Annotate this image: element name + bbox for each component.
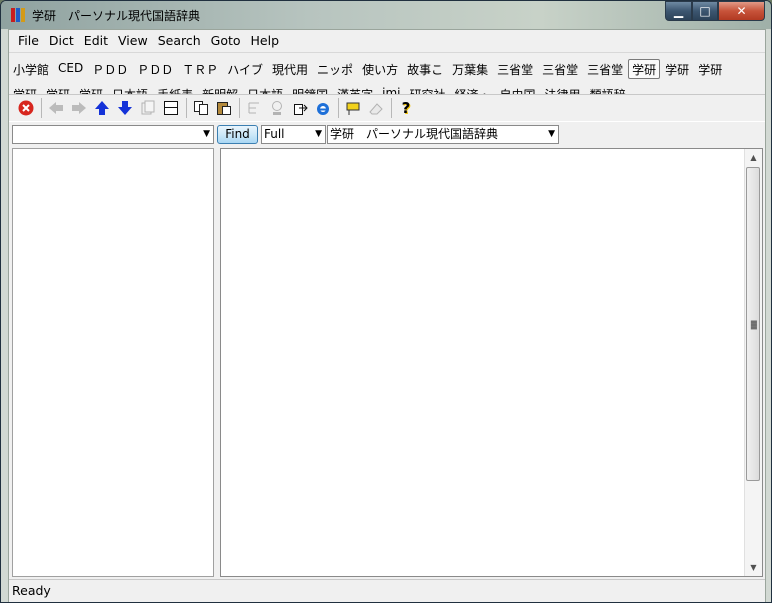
menu-edit[interactable]: Edit <box>79 33 113 48</box>
dictionary-button[interactable]: 学研 <box>628 59 661 79</box>
dictionary-row-1: 小学館 CED ＰＤＤ ＰＤＤ ＴＲＰ ハイブ 現代用 ニッポ 使い方 故事こ 万葉集 三省堂 三省堂三… <box>9 59 727 79</box>
dictionary-button[interactable]: 学研 <box>694 59 726 79</box>
dictionary-button[interactable]: 学研 <box>75 84 107 94</box>
toolbar-separator <box>338 98 339 118</box>
minimize-button[interactable]: ▁ <box>665 1 692 21</box>
menu-bar: File Dict Edit View Search Goto Help <box>9 30 765 50</box>
dictionary-button[interactable]: 明鏡国 <box>288 84 332 94</box>
client-area: File Dict Edit View Search Goto Help 小学館… <box>8 29 766 602</box>
scroll-grip-icon: ▬ ▬ ▬ <box>750 317 758 332</box>
dictionary-button[interactable]: ＰＤＤ <box>133 59 177 79</box>
dictionary-button[interactable]: 日本語 <box>108 84 152 94</box>
dictionary-button[interactable]: imi <box>378 84 404 94</box>
dictionary-button[interactable]: 三省堂 <box>493 59 537 79</box>
dictionary-button[interactable]: 小学館 <box>9 59 53 79</box>
eraser-icon[interactable] <box>366 98 386 118</box>
dictionary-bar: 小学館 CED ＰＤＤ ＰＤＤ ＴＲＰ ハイブ 現代用 ニッポ 使い方 故事こ 万葉集 三省堂 三省堂三… <box>9 52 765 94</box>
search-row: ▼ Find Full ▼ 学研 パーソナル現代国語辞典 ▼ <box>9 124 765 146</box>
toolbar-separator <box>41 98 42 118</box>
stop-icon[interactable] <box>16 98 36 118</box>
dictionary-button[interactable]: 万葉集 <box>448 59 492 79</box>
dictionary-button[interactable]: 法律用 <box>541 84 585 94</box>
dictionary-button[interactable]: 現代用 <box>268 59 312 79</box>
dictionary-button[interactable]: 経済・ <box>451 84 495 94</box>
scroll-thumb[interactable]: ▬ ▬ ▬ <box>746 167 760 481</box>
dictionary-button[interactable]: 自由国 <box>496 84 540 94</box>
status-text: Ready <box>12 583 51 598</box>
dictionary-button[interactable]: 使い方 <box>358 59 402 79</box>
dictionary-button[interactable]: 類語辞 <box>586 84 630 94</box>
dropdown-arrow-icon: ▼ <box>548 129 555 139</box>
dictionary-button[interactable]: 三省堂 <box>538 59 582 79</box>
dictionary-button[interactable]: 故事こ <box>403 59 447 79</box>
dictionary-button[interactable]: 漢英字 <box>333 84 377 94</box>
result-list-pane[interactable] <box>12 148 214 577</box>
help-glyph: ? <box>401 99 411 117</box>
copy-icon[interactable] <box>191 98 211 118</box>
app-books-icon <box>11 8 27 22</box>
dictionary-button[interactable]: ＰＤＤ <box>88 59 132 79</box>
dropdown-arrow-icon: ▼ <box>203 129 210 139</box>
dropdown-arrow-icon: ▼ <box>315 129 322 139</box>
down-icon[interactable] <box>115 98 135 118</box>
dictionary-button[interactable]: CED <box>54 59 87 79</box>
dictionary-select[interactable]: 学研 パーソナル現代国語辞典 ▼ <box>327 125 559 144</box>
toolbar-separator <box>391 98 392 118</box>
close-window-button[interactable]: ✕ <box>718 1 765 21</box>
dictionary-button[interactable]: 研究社 <box>406 84 450 94</box>
help-icon[interactable]: ? <box>396 98 416 118</box>
dictionary-button[interactable]: 手紙表 <box>153 84 197 94</box>
back-icon[interactable] <box>46 98 66 118</box>
dictionary-button[interactable]: 学研 <box>9 84 41 94</box>
menu-goto[interactable]: Goto <box>206 33 246 48</box>
menu-view[interactable]: View <box>113 33 153 48</box>
dictionary-select-value: 学研 パーソナル現代国語辞典 <box>330 127 499 141</box>
scroll-up-icon[interactable]: ▲ <box>745 149 762 166</box>
status-bar: Ready <box>9 579 765 602</box>
toolbar-separator <box>186 98 187 118</box>
dictionary-row-2: 学研学研学研日本語手紙表新明解日本語明鏡国漢英字imi研究社経済・自由国法律用類… <box>9 84 631 94</box>
window-title: 学研 パーソナル現代国語辞典 <box>32 9 201 23</box>
scroll-down-icon[interactable]: ▼ <box>745 559 762 576</box>
main-window: 学研 パーソナル現代国語辞典 ▁ □ ✕ File Dict Edit View… <box>0 0 772 603</box>
toolbar-separator <box>239 98 240 118</box>
marker-icon[interactable] <box>343 98 363 118</box>
dictionary-button[interactable]: ハイブ <box>223 59 267 79</box>
up-icon[interactable] <box>92 98 112 118</box>
dictionary-button[interactable]: 学研 <box>661 59 693 79</box>
menu-help[interactable]: Help <box>246 33 285 48</box>
window-icon[interactable] <box>161 98 181 118</box>
dictionary-button[interactable]: 日本語 <box>243 84 287 94</box>
title-bar[interactable]: 学研 パーソナル現代国語辞典 ▁ □ ✕ <box>1 1 771 29</box>
dictionary-button[interactable]: ニッポ <box>313 59 357 79</box>
ie-icon[interactable] <box>313 98 333 118</box>
vertical-scrollbar[interactable]: ▲ ▬ ▬ ▬ ▼ <box>744 149 762 576</box>
search-mode-select[interactable]: Full ▼ <box>261 125 326 144</box>
forward-icon[interactable] <box>69 98 89 118</box>
search-input[interactable]: ▼ <box>12 125 214 144</box>
find-button[interactable]: Find <box>217 125 258 144</box>
dictionary-button[interactable]: 新明解 <box>198 84 242 94</box>
menu-file[interactable]: File <box>9 33 44 48</box>
maximize-button[interactable]: □ <box>692 1 718 21</box>
toolbar: ? <box>9 94 765 122</box>
export-icon[interactable] <box>290 98 310 118</box>
content-pane[interactable]: ▲ ▬ ▬ ▬ ▼ <box>220 148 763 577</box>
search-web-icon[interactable] <box>267 98 287 118</box>
copy-page-icon[interactable] <box>138 98 158 118</box>
dictionary-button[interactable]: ＴＲＰ <box>178 59 222 79</box>
dictionary-button[interactable]: 学研 <box>42 84 74 94</box>
paste-icon[interactable] <box>214 98 234 118</box>
menu-dict[interactable]: Dict <box>44 33 79 48</box>
menu-search[interactable]: Search <box>153 33 206 48</box>
dictionary-button[interactable]: 三省堂 <box>583 59 627 79</box>
search-mode-value: Full <box>264 127 285 141</box>
tree-icon[interactable] <box>244 98 264 118</box>
